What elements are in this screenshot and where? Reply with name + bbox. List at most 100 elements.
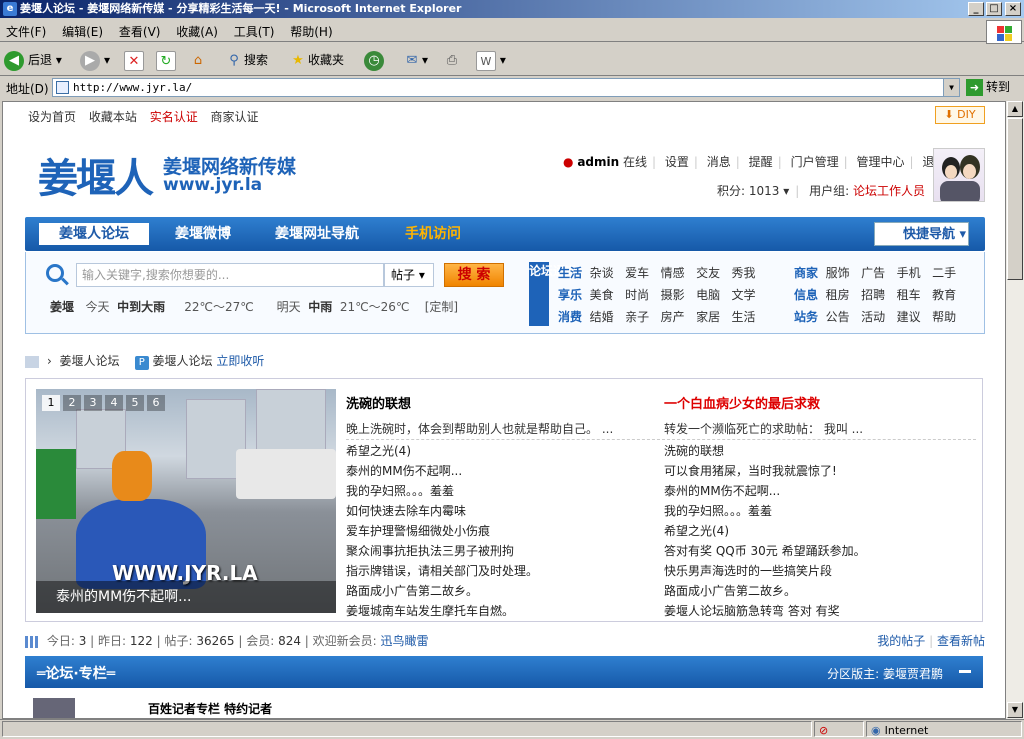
list-item[interactable]: 聚众闹事抗拒执法三男子被刑拘	[346, 541, 538, 561]
menu-view[interactable]: 查看(V)	[113, 20, 167, 43]
list-item[interactable]: 指示牌错误，请相关部门及时处理。	[346, 561, 538, 581]
search-icon	[46, 264, 64, 282]
list-item[interactable]: 我的孕妇照。。。羞羞	[346, 481, 538, 501]
notifications-link[interactable]: 提醒	[749, 155, 773, 169]
search-type-select[interactable]: 帖子 ▾	[384, 263, 434, 287]
bookmark-link[interactable]: 收藏本站	[89, 110, 137, 124]
favorites-button[interactable]: ★ 收藏夹	[288, 48, 344, 72]
status-zone: ◉ Internet	[866, 721, 1022, 737]
status-text	[2, 721, 812, 737]
list-item[interactable]: 路面成小广告第二故乡。	[664, 581, 866, 601]
edit-button[interactable]: W ▾	[476, 48, 506, 72]
history-button[interactable]: ◷	[364, 48, 388, 72]
list-item[interactable]: 路面成小广告第二故乡。	[346, 581, 538, 601]
list-item[interactable]: 姜堰人论坛脑筋急转弯 答对 有奖	[664, 601, 866, 621]
qq-icon: ●	[563, 155, 574, 169]
list-item[interactable]: 可以食用猪屎，当时我就震惊了!	[664, 461, 866, 481]
headline-title[interactable]: 洗碗的联想	[346, 393, 613, 412]
list-item[interactable]: 泰州的MM伤不起啊...	[346, 461, 538, 481]
scroll-thumb[interactable]	[1007, 118, 1023, 280]
scroll-up-arrow[interactable]: ▲	[1007, 101, 1023, 117]
go-button[interactable]: ➜ 转到	[966, 78, 1010, 97]
menu-bar: 文件(F) 编辑(E) 查看(V) 收藏(A) 工具(T) 帮助(H)	[0, 20, 1024, 42]
slide-2[interactable]: 2	[63, 395, 81, 411]
quick-nav-button[interactable]: 快捷导航 ▾	[874, 222, 969, 246]
slide-1[interactable]: 1	[42, 395, 60, 411]
home-icon[interactable]	[25, 355, 39, 368]
slide-caption[interactable]: 泰州的MM伤不起啊...	[36, 581, 336, 613]
follow-link[interactable]: 立即收听	[216, 354, 264, 368]
settings-link[interactable]: 设置	[665, 155, 689, 169]
scroll-down-arrow[interactable]: ▼	[1007, 702, 1023, 718]
list-item[interactable]: 爱车护理警惕细微处小伤痕	[346, 521, 538, 541]
back-button[interactable]: ◀ 后退 ▾	[4, 48, 62, 72]
menu-tools[interactable]: 工具(T)	[228, 20, 281, 43]
address-label: 地址(D)	[6, 82, 49, 96]
avatar[interactable]	[933, 148, 985, 202]
list-item[interactable]: 我的孕妇照。。。羞羞	[664, 501, 866, 521]
back-arrow-icon: ◀	[4, 50, 24, 71]
moderator-link[interactable]: 姜堰贾君鹏	[883, 667, 943, 681]
nav-forum[interactable]: 姜堰人论坛	[39, 223, 149, 245]
slide-3[interactable]: 3	[84, 395, 102, 411]
vertical-scrollbar[interactable]: ▲ ▼	[1006, 101, 1024, 719]
list-item[interactable]: 答对有奖 QQ币 30元 希望踊跃参加。	[664, 541, 866, 561]
realname-auth-link[interactable]: 实名认证	[150, 110, 198, 124]
diy-button[interactable]: ⬇ DIY	[935, 106, 985, 124]
forward-button[interactable]: ▶ ▾	[80, 48, 110, 72]
list-item[interactable]: 希望之光(4)	[346, 441, 538, 461]
slideshow[interactable]: 123456 WWW.JYR.LA 泰州的MM伤不起啊...	[36, 389, 336, 613]
admin-center-link[interactable]: 管理中心	[856, 155, 904, 169]
search-button[interactable]: 搜 索	[444, 263, 504, 287]
list-item[interactable]: 姜堰城南车站发生摩托车自燃。	[346, 601, 538, 621]
username-link[interactable]: admin	[577, 155, 619, 169]
list-item[interactable]: 泰州的MM伤不起啊...	[664, 481, 866, 501]
menu-file[interactable]: 文件(F)	[0, 20, 52, 43]
new-posts-link[interactable]: 查看新帖	[937, 634, 985, 648]
nav-mobile[interactable]: 手机访问	[405, 223, 461, 245]
messages-link[interactable]: 消息	[707, 155, 731, 169]
column-row-title[interactable]: 百姓记者专栏 特约记者	[148, 700, 272, 717]
list-item[interactable]: 如何快速去除车内霉味	[346, 501, 538, 521]
slide-5[interactable]: 5	[126, 395, 144, 411]
list-item[interactable]: 洗碗的联想	[664, 441, 866, 461]
collapse-icon[interactable]	[959, 670, 971, 673]
user-group[interactable]: 论坛工作人员	[853, 184, 925, 198]
menu-edit[interactable]: 编辑(E)	[56, 20, 109, 43]
user-bar: ● admin 在线| 设置| 消息| 提醒| 门户管理| 管理中心| 退出	[563, 153, 946, 170]
merchant-auth-link[interactable]: 商家认证	[211, 110, 259, 124]
minimize-button[interactable]: _	[968, 2, 984, 16]
my-posts-link[interactable]: 我的帖子	[877, 634, 925, 648]
breadcrumb-forum[interactable]: 姜堰人论坛	[59, 354, 119, 368]
list-item[interactable]: 希望之光(4)	[664, 521, 866, 541]
nav-weibo[interactable]: 姜堰微博	[175, 223, 231, 245]
address-input[interactable]: http://www.jyr.la/▼	[52, 78, 960, 97]
headline-title[interactable]: 一个白血病少女的最后求救	[664, 393, 863, 412]
user-info: 积分: 1013 ▾ | 用户组: 论坛工作人员	[717, 184, 926, 198]
nav-url-guide[interactable]: 姜堰网址导航	[275, 223, 359, 245]
mail-button[interactable]: ✉ ▾	[402, 48, 428, 72]
column-title[interactable]: ═论坛·专栏═	[37, 663, 115, 683]
site-logo[interactable]: 姜堰人	[38, 146, 154, 204]
slide-4[interactable]: 4	[105, 395, 123, 411]
weather-custom-link[interactable]: [定制]	[425, 300, 458, 314]
points-value[interactable]: 1013	[749, 184, 780, 198]
search-button[interactable]: ⚲ 搜索	[224, 48, 268, 72]
print-button[interactable]: ⎙	[442, 48, 462, 72]
slide-6[interactable]: 6	[147, 395, 165, 411]
close-button[interactable]: ×	[1005, 2, 1021, 16]
ie-icon: e	[3, 2, 17, 16]
portal-admin-link[interactable]: 门户管理	[791, 155, 839, 169]
menu-favorites[interactable]: 收藏(A)	[170, 20, 224, 43]
menu-help[interactable]: 帮助(H)	[284, 20, 338, 43]
new-member-link[interactable]: 迅鸟瞰雷	[381, 634, 429, 648]
refresh-button[interactable]: ↻	[156, 48, 176, 72]
list-item[interactable]: 快乐男声海选时的一些搞笑片段	[664, 561, 866, 581]
stop-button[interactable]: ✕	[124, 48, 144, 72]
address-dropdown[interactable]: ▼	[943, 79, 959, 96]
stop-icon: ✕	[124, 50, 144, 71]
maximize-button[interactable]: □	[986, 2, 1002, 16]
home-button[interactable]: ⌂	[188, 48, 208, 72]
set-homepage-link[interactable]: 设为首页	[28, 110, 76, 124]
search-input[interactable]: 输入关键字,搜索你想要的...	[76, 263, 384, 287]
